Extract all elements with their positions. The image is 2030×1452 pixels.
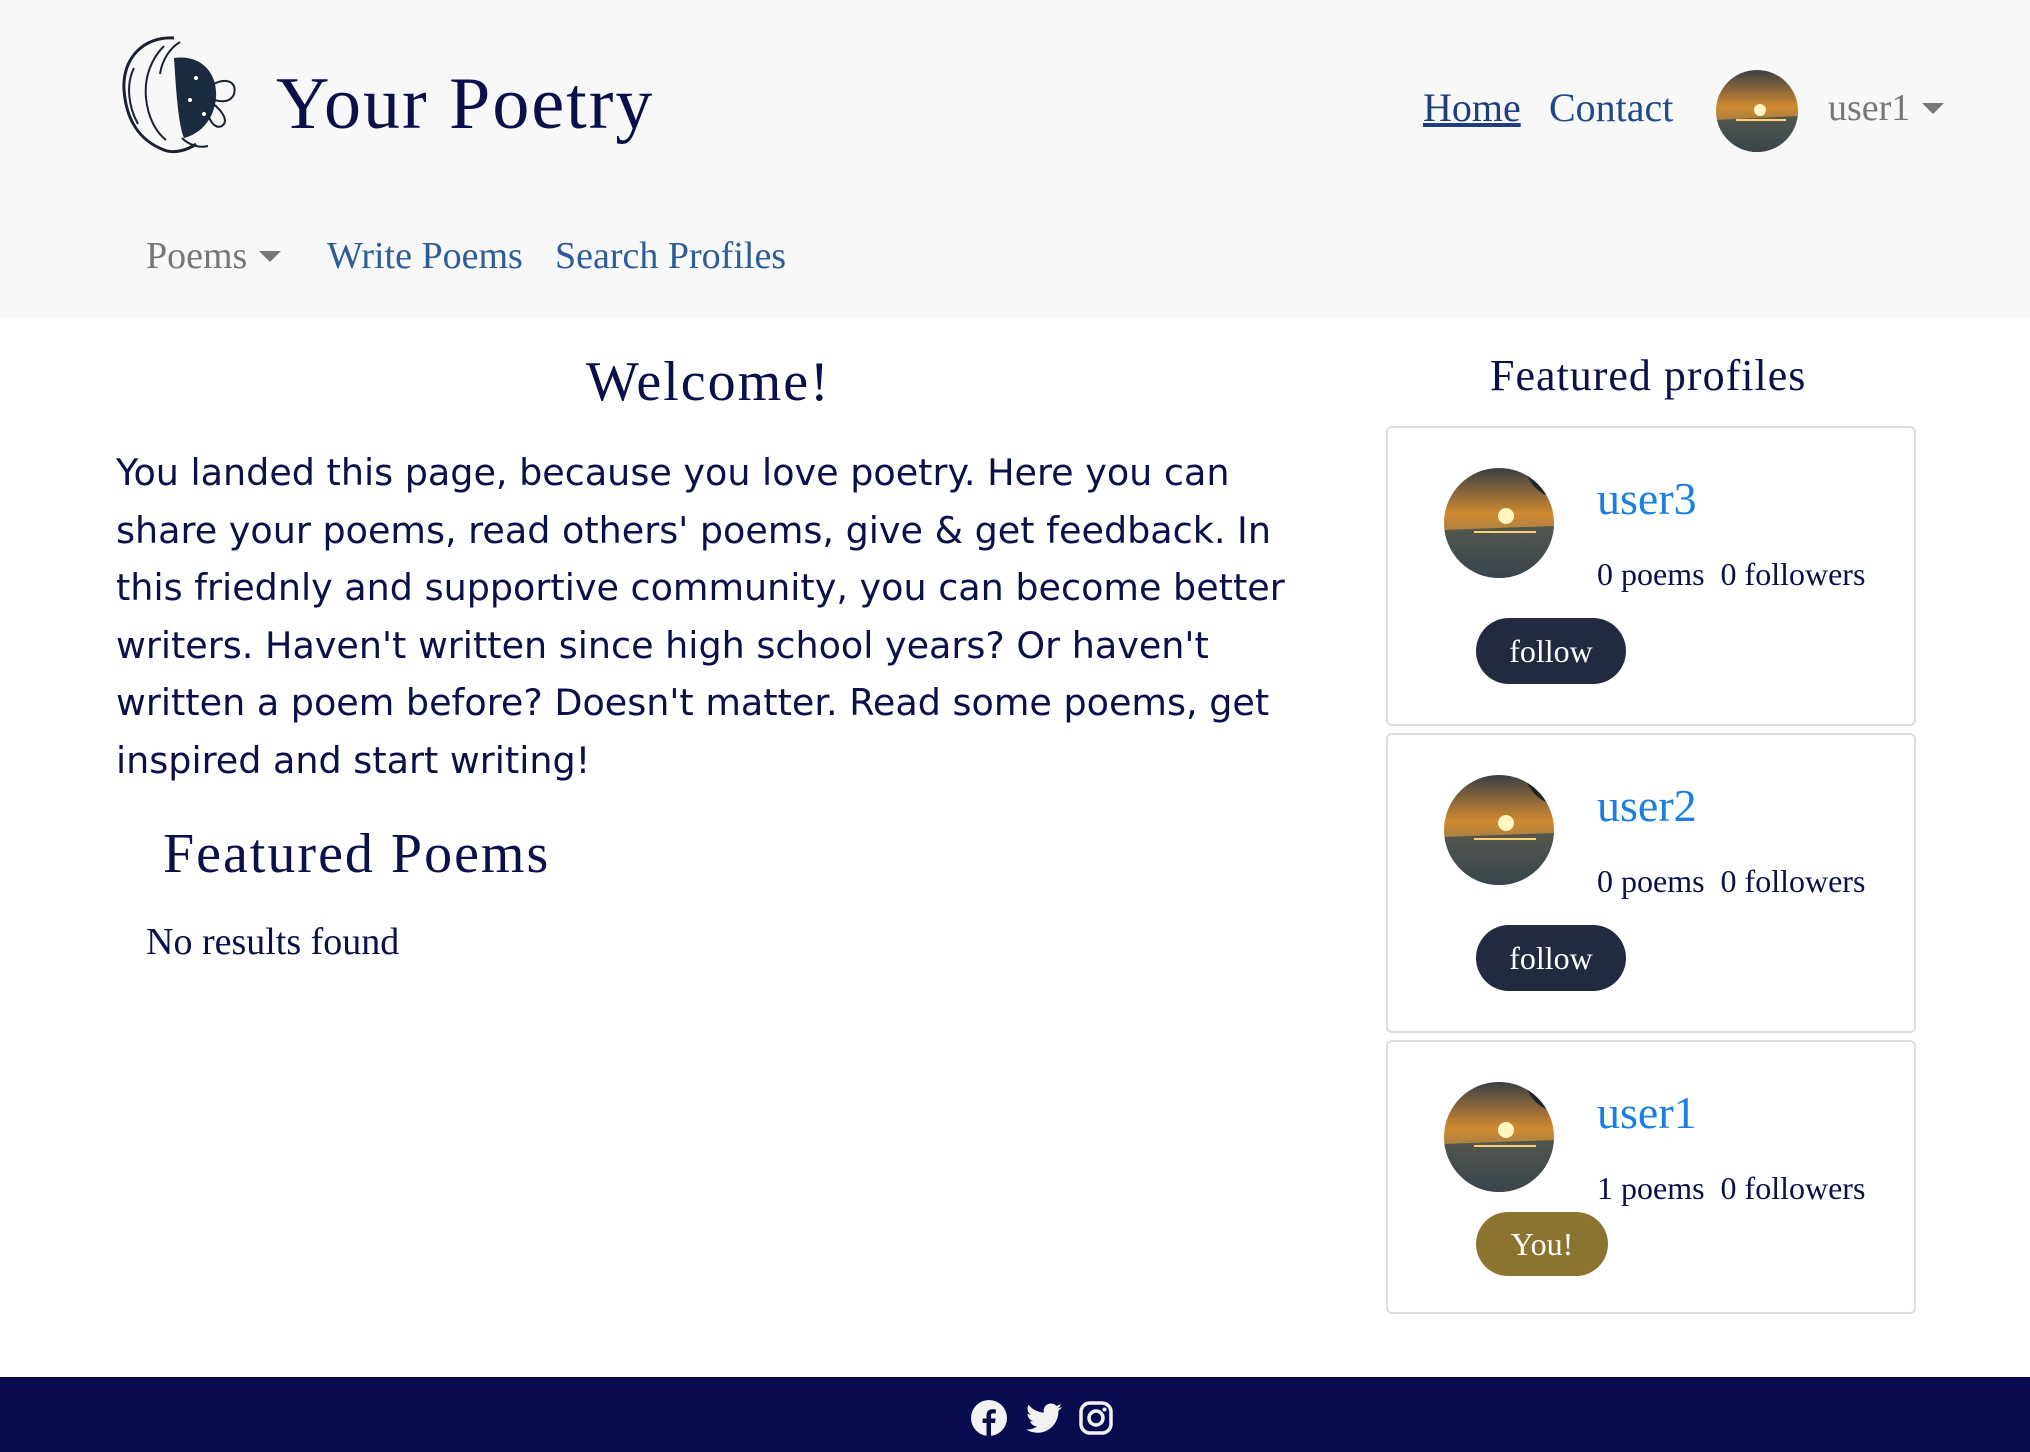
poems-dropdown-label: Poems — [146, 235, 248, 277]
profile-name-link[interactable]: user2 — [1597, 779, 1697, 832]
nav-write-poems-link[interactable]: Write Poems — [327, 234, 523, 278]
profile-stats: 1 poems 0 followers — [1597, 1170, 1866, 1206]
user-menu-dropdown[interactable]: user1 — [1828, 86, 1945, 130]
chevron-down-icon — [259, 250, 282, 262]
profile-card: user2 0 poems 0 followers follow — [1386, 733, 1916, 1033]
avatar[interactable] — [1444, 468, 1554, 578]
profile-card: user1 1 poems 0 followers You! — [1386, 1040, 1916, 1314]
user-menu-label: user1 — [1828, 87, 1911, 129]
brand-title[interactable]: Your Poetry — [276, 62, 654, 147]
nav-home-link[interactable]: Home — [1423, 84, 1521, 131]
avatar[interactable] — [1716, 70, 1798, 152]
no-results-text: No results found — [146, 921, 400, 963]
poems-dropdown[interactable]: Poems — [146, 234, 282, 278]
welcome-heading: Welcome! — [586, 351, 831, 413]
avatar[interactable] — [1444, 775, 1554, 885]
you-badge: You! — [1476, 1212, 1608, 1276]
follow-button[interactable]: follow — [1476, 925, 1626, 991]
follow-button[interactable]: follow — [1476, 618, 1626, 684]
profile-stats: 0 poems 0 followers — [1597, 556, 1866, 592]
nav-contact-link[interactable]: Contact — [1549, 84, 1673, 131]
profile-stats: 0 poems 0 followers — [1597, 863, 1866, 899]
featured-profiles-heading: Featured profiles — [1490, 351, 1807, 400]
chevron-down-icon — [1922, 102, 1945, 114]
nav-search-profiles-link[interactable]: Search Profiles — [555, 234, 786, 278]
site-header: Your Poetry Home Contact user1 Poems Wri… — [0, 0, 2030, 318]
profile-card: user3 0 poems 0 followers follow — [1386, 426, 1916, 726]
instagram-icon[interactable] — [1078, 1400, 1114, 1436]
avatar[interactable] — [1444, 1082, 1554, 1192]
site-footer — [0, 1377, 2030, 1452]
profile-name-link[interactable]: user3 — [1597, 472, 1697, 525]
intro-paragraph: You landed this page, because you love p… — [116, 451, 1285, 782]
featured-poems-heading: Featured Poems — [163, 823, 551, 885]
profile-name-link[interactable]: user1 — [1597, 1086, 1697, 1139]
logo-icon[interactable] — [104, 28, 242, 162]
twitter-icon[interactable] — [1025, 1400, 1062, 1436]
facebook-icon[interactable] — [971, 1400, 1007, 1436]
